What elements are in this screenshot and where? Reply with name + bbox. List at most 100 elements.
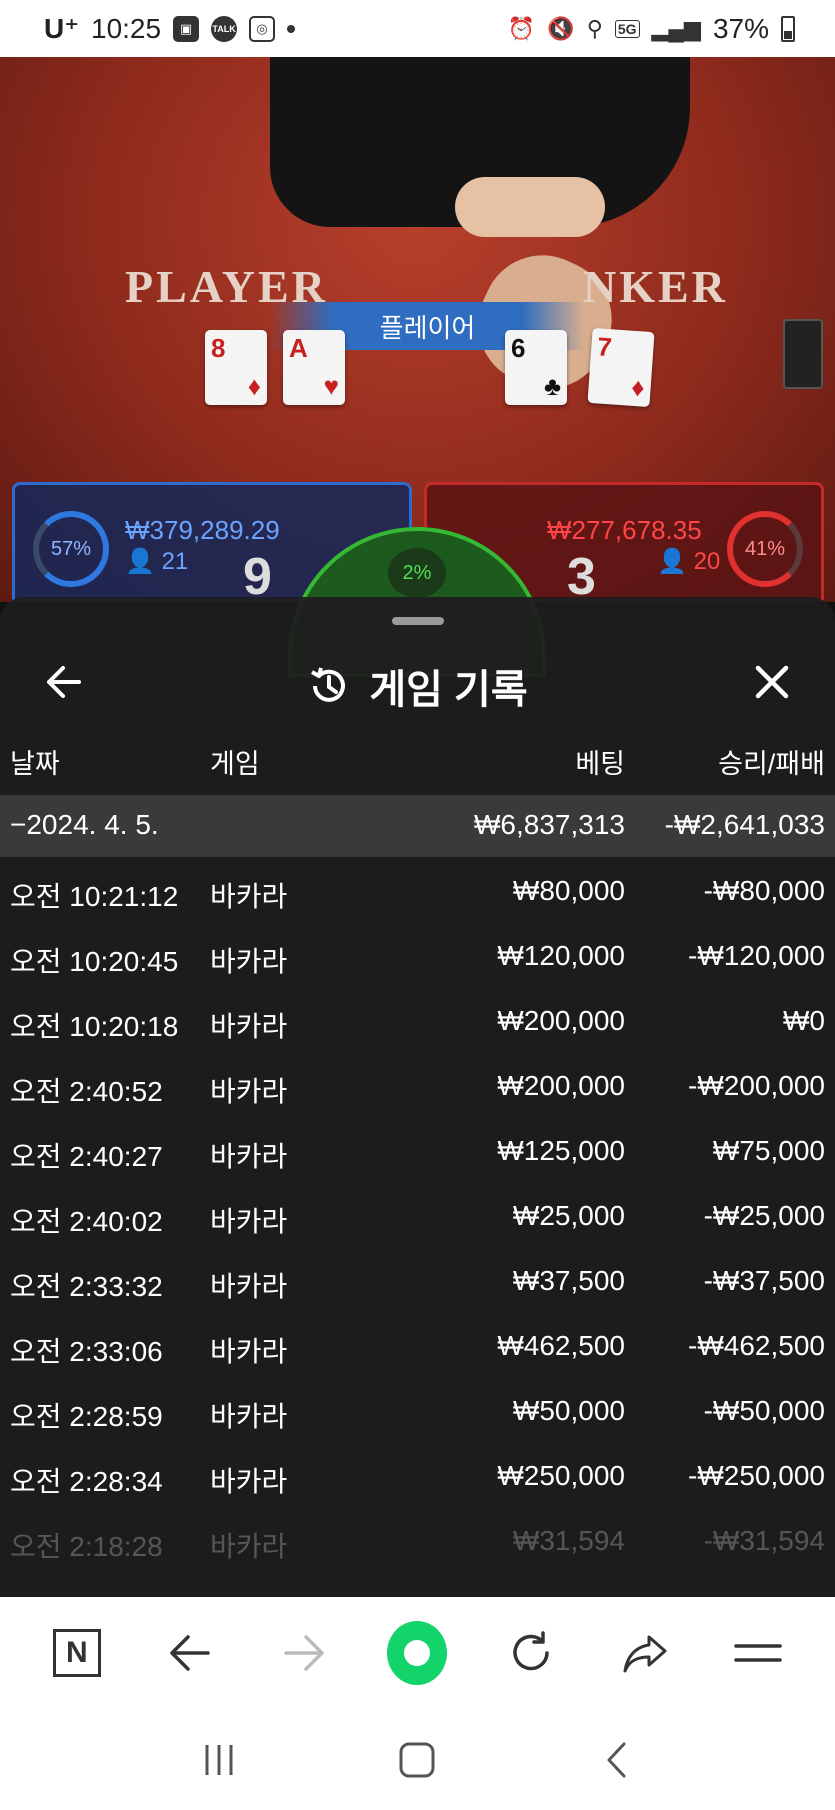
row-bet: ₩37,500	[512, 1265, 625, 1296]
banker-card-1: 6 ♣	[505, 330, 567, 405]
recents-button[interactable]	[189, 1730, 249, 1790]
summary-result: -₩2,641,033	[664, 809, 825, 840]
row-game: 바카라	[210, 1141, 288, 1172]
naver-button[interactable]: N	[47, 1623, 107, 1683]
col-header-date: 날짜	[10, 749, 60, 779]
dealer-hand	[455, 177, 605, 237]
table-row[interactable]: 오전 10:21:12 바카라 ₩80,000 -₩80,000	[0, 857, 835, 922]
table-row[interactable]: 오전 2:18:28 바카라 ₩31,594 -₩31,594	[0, 1507, 835, 1572]
row-result: -₩200,000	[688, 1070, 825, 1101]
person-icon: 👤	[657, 548, 694, 575]
battery-percent: 37%	[712, 12, 769, 44]
close-button[interactable]	[744, 654, 800, 710]
history-column-headers: 날짜 게임 베팅 승리/패배	[0, 742, 835, 792]
card-suit: ♦	[630, 371, 646, 403]
row-result: -₩25,000	[703, 1200, 825, 1231]
home-icon	[399, 1742, 435, 1777]
row-result: -₩462,500	[688, 1330, 825, 1361]
signal-icon: ▂▄▆	[651, 15, 701, 41]
col-header-result: 승리/패배	[718, 749, 825, 779]
refresh-button[interactable]	[501, 1623, 561, 1683]
row-bet: ₩25,000	[512, 1200, 625, 1231]
col-header-bet: 베팅	[575, 749, 625, 779]
card-rank: A	[289, 333, 308, 363]
refresh-icon	[513, 1631, 549, 1671]
home-button[interactable]	[387, 1730, 447, 1790]
row-time: 오전 2:28:34	[10, 1466, 163, 1497]
banker-win-ring: 41%	[727, 511, 803, 587]
carrier-label: U⁺	[44, 13, 79, 44]
col-header-game: 게임	[210, 749, 260, 779]
battery-icon	[781, 15, 795, 42]
summary-bet: ₩6,837,313	[474, 809, 625, 840]
card-rank: 8	[211, 333, 226, 363]
green-dot-icon	[387, 1621, 448, 1685]
table-row[interactable]: 오전 2:40:52 바카라 ₩200,000 -₩200,000	[0, 1052, 835, 1117]
row-bet: ₩200,000	[497, 1005, 625, 1036]
back-icon	[607, 1742, 626, 1777]
menu-button[interactable]	[728, 1623, 788, 1683]
card-rank: 6	[511, 333, 526, 363]
menu-icon	[734, 1644, 782, 1662]
card-shoe	[783, 319, 823, 389]
row-result: -₩250,000	[688, 1460, 825, 1491]
table-row[interactable]: 오전 10:20:18 바카라 ₩200,000 ₩0	[0, 987, 835, 1052]
row-game: 바카라	[210, 1076, 288, 1107]
card-suit: ♣	[543, 371, 561, 401]
table-row[interactable]: 오전 2:40:02 바카라 ₩25,000 -₩25,000	[0, 1182, 835, 1247]
location-icon: ⚲	[586, 15, 603, 41]
game-history-sheet: 게임 기록 날짜 게임 베팅 승리/패배 −2024. 4. 5. ₩6,837…	[0, 597, 835, 1597]
date-summary-row[interactable]: −2024. 4. 5. ₩6,837,313 -₩2,641,033	[0, 795, 835, 857]
share-button[interactable]	[615, 1623, 675, 1683]
tie-pct: 2%	[388, 548, 446, 598]
sheet-header: 게임 기록	[0, 637, 835, 727]
row-result: -₩31,594	[703, 1525, 825, 1556]
network-type: 5G	[614, 19, 640, 38]
close-icon	[755, 665, 789, 699]
row-time: 오전 2:28:59	[10, 1401, 163, 1432]
row-game: 바카라	[210, 1401, 288, 1432]
mute-icon: 🔇	[547, 15, 575, 41]
row-game: 바카라	[210, 881, 288, 912]
row-bet: ₩80,000	[512, 875, 625, 906]
table-row[interactable]: 오전 10:20:45 바카라 ₩120,000 -₩120,000	[0, 922, 835, 987]
sheet-drag-handle[interactable]	[392, 617, 444, 625]
row-result: ₩0	[783, 1005, 825, 1036]
row-game: 바카라	[210, 1336, 288, 1367]
history-icon	[311, 667, 346, 702]
player-bettor-count: 👤 21	[125, 548, 189, 575]
browser-toolbar: N	[0, 1597, 835, 1709]
table-row[interactable]: 오전 2:40:27 바카라 ₩125,000 ₩75,000	[0, 1117, 835, 1182]
naver-icon: N	[52, 1629, 101, 1677]
player-bet-amount: ₩379,289.29	[125, 515, 280, 545]
row-time: 오전 10:20:45	[10, 946, 179, 977]
row-result: -₩50,000	[703, 1395, 825, 1426]
row-game: 바카라	[210, 1466, 288, 1497]
alarm-icon: ⏰	[507, 15, 536, 41]
status-right: ⏰ 🔇 ⚲ 5G ▂▄▆ 37%	[508, 13, 795, 45]
row-game: 바카라	[210, 946, 288, 977]
row-result: -₩80,000	[703, 875, 825, 906]
browser-back-button[interactable]	[160, 1623, 220, 1683]
talk-icon: TALK	[211, 15, 238, 42]
person-icon: 👤	[125, 548, 162, 575]
card-suit: ♥	[323, 371, 339, 401]
row-bet: ₩200,000	[497, 1070, 625, 1101]
history-rows: 오전 10:21:12 바카라 ₩80,000 -₩80,000 오전 10:2…	[0, 857, 835, 1572]
system-back-button[interactable]	[586, 1730, 646, 1790]
share-icon	[623, 1635, 667, 1673]
table-row[interactable]: 오전 2:33:06 바카라 ₩462,500 -₩462,500	[0, 1312, 835, 1377]
table-row[interactable]: 오전 2:28:34 바카라 ₩250,000 -₩250,000	[0, 1442, 835, 1507]
green-dot-button[interactable]	[387, 1621, 448, 1685]
row-result: -₩120,000	[688, 940, 825, 971]
row-bet: ₩250,000	[497, 1460, 625, 1491]
player-card-2: A ♥	[283, 330, 345, 405]
sheet-title-text: 게임 기록	[369, 668, 528, 712]
browser-forward-button[interactable]	[274, 1623, 334, 1683]
table-row[interactable]: 오전 2:28:59 바카라 ₩50,000 -₩50,000	[0, 1377, 835, 1442]
sheet-title: 게임 기록	[0, 657, 835, 715]
status-left: U⁺ 10:25 ▣ TALK ◎	[44, 12, 296, 45]
row-bet: ₩462,500	[497, 1330, 625, 1361]
table-row[interactable]: 오전 2:33:32 바카라 ₩37,500 -₩37,500	[0, 1247, 835, 1312]
instagram-icon: ◎	[249, 15, 276, 42]
